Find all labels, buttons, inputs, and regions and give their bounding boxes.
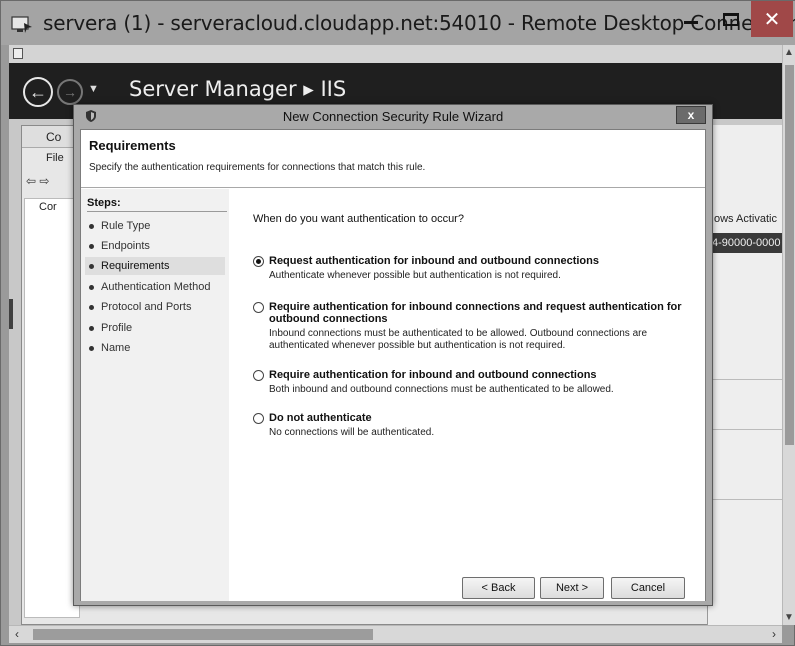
step-rule-type[interactable]: Rule Type <box>85 217 225 235</box>
back-button[interactable]: < Back <box>462 577 535 599</box>
chevron-down-icon[interactable]: ▼ <box>88 83 99 95</box>
option-label[interactable]: Request authentication for inbound and o… <box>269 255 693 267</box>
divider <box>708 379 782 380</box>
scroll-left-icon[interactable]: ‹ <box>15 627 19 641</box>
step-profile[interactable]: Profile <box>85 319 225 337</box>
wizard-subheading: Specify the authentication requirements … <box>89 162 426 173</box>
maximize-button[interactable] <box>713 1 749 37</box>
radio-request-auth-inbound-outbound[interactable] <box>253 256 264 267</box>
step-authentication-method[interactable]: Authentication Method <box>85 278 225 296</box>
vertical-scroll-thumb[interactable] <box>785 65 794 445</box>
divider <box>708 429 782 430</box>
arrow-left-icon: ← <box>29 81 47 102</box>
minimize-icon <box>684 20 698 24</box>
option-require-auth-inbound-outbound[interactable]: Require authentication for inbound and o… <box>253 369 693 399</box>
connection-security-rule-wizard: New Connection Security Rule Wizard x Re… <box>73 104 713 606</box>
divider <box>708 499 782 500</box>
wizard-close-button[interactable]: x <box>676 106 706 124</box>
forward-button[interactable]: → <box>57 79 83 105</box>
option-description: No connections will be authenticated. <box>269 427 435 438</box>
minimize-button[interactable] <box>673 1 709 37</box>
wizard-body: Requirements Specify the authentication … <box>80 129 706 601</box>
option-request-auth-inbound-outbound[interactable]: Request authentication for inbound and o… <box>253 255 693 285</box>
wizard-content: When do you want authentication to occur… <box>229 189 705 601</box>
scroll-right-icon[interactable]: › <box>772 627 776 641</box>
mmc-tree-pane[interactable]: Cor <box>24 198 80 618</box>
step-endpoints[interactable]: Endpoints <box>85 237 225 255</box>
cancel-button[interactable]: Cancel <box>611 577 685 599</box>
radio-require-inbound-request-outbound[interactable] <box>253 302 264 313</box>
option-label[interactable]: Require authentication for inbound and o… <box>269 369 693 381</box>
scroll-down-icon[interactable]: ▼ <box>784 612 794 623</box>
option-label[interactable]: Do not authenticate <box>269 412 693 424</box>
column-header-activation[interactable]: ows Activatic <box>714 213 777 225</box>
maximize-icon <box>723 12 739 26</box>
close-button[interactable]: ✕ <box>751 1 793 37</box>
option-do-not-authenticate[interactable]: Do not authenticate No connections will … <box>253 412 693 442</box>
vertical-scrollbar[interactable]: ▲ ▼ <box>782 45 795 625</box>
steps-divider <box>87 211 227 212</box>
step-name[interactable]: Name <box>85 339 225 357</box>
remote-top-strip <box>9 45 782 63</box>
radio-require-auth-inbound-outbound[interactable] <box>253 370 264 381</box>
menu-file[interactable]: File <box>46 152 64 164</box>
rdp-titlebar[interactable]: servera (1) - serveracloud.cloudapp.net:… <box>1 1 795 45</box>
server-manager-title: Server Manager ▸ IIS <box>129 77 347 101</box>
mmc-nav-arrows-icon[interactable]: ⇦ ⇨ <box>26 174 49 188</box>
option-description: Authenticate whenever possible but authe… <box>269 270 561 281</box>
option-label[interactable]: Require authentication for inbound conne… <box>269 301 693 325</box>
remote-desktop-window: servera (1) - serveracloud.cloudapp.net:… <box>0 0 795 646</box>
wizard-steps-pane: Steps: Rule Type Endpoints Requirements … <box>81 189 229 601</box>
option-description: Both inbound and outbound connections mu… <box>269 384 614 395</box>
steps-title: Steps: <box>87 197 121 209</box>
wizard-header: Requirements Specify the authentication … <box>81 130 705 188</box>
wizard-heading: Requirements <box>89 138 176 153</box>
option-require-inbound-request-outbound[interactable]: Require authentication for inbound conne… <box>253 301 693 351</box>
document-icon <box>13 48 23 59</box>
horizontal-scrollbar[interactable]: ‹ › <box>9 625 782 643</box>
left-edge-marker <box>9 299 13 329</box>
remote-session-viewport[interactable]: ← → ▼ Server Manager ▸ IIS Co File ⇦ ⇨ C… <box>9 45 782 625</box>
option-description: Inbound connections must be authenticate… <box>269 328 648 351</box>
selected-result-row[interactable]: 4-90000-0000 <box>708 233 782 253</box>
wizard-title: New Connection Security Rule Wizard <box>282 109 504 124</box>
radio-do-not-authenticate[interactable] <box>253 413 264 424</box>
wizard-titlebar[interactable]: New Connection Security Rule Wizard x <box>74 105 712 127</box>
tree-item-console-root[interactable]: Cor <box>39 201 57 213</box>
authentication-question: When do you want authentication to occur… <box>253 213 464 225</box>
scroll-up-icon[interactable]: ▲ <box>784 47 794 58</box>
next-button[interactable]: Next > <box>540 577 604 599</box>
back-button[interactable]: ← <box>23 77 53 107</box>
horizontal-scroll-thumb[interactable] <box>33 629 373 640</box>
background-results-pane: ows Activatic 4-90000-0000 <box>707 125 782 625</box>
arrow-right-icon: → <box>63 84 77 100</box>
step-requirements[interactable]: Requirements <box>85 257 225 275</box>
step-protocol-and-ports[interactable]: Protocol and Ports <box>85 298 225 316</box>
remote-desktop-app-icon <box>11 16 32 33</box>
mmc-title: Co <box>46 130 62 144</box>
